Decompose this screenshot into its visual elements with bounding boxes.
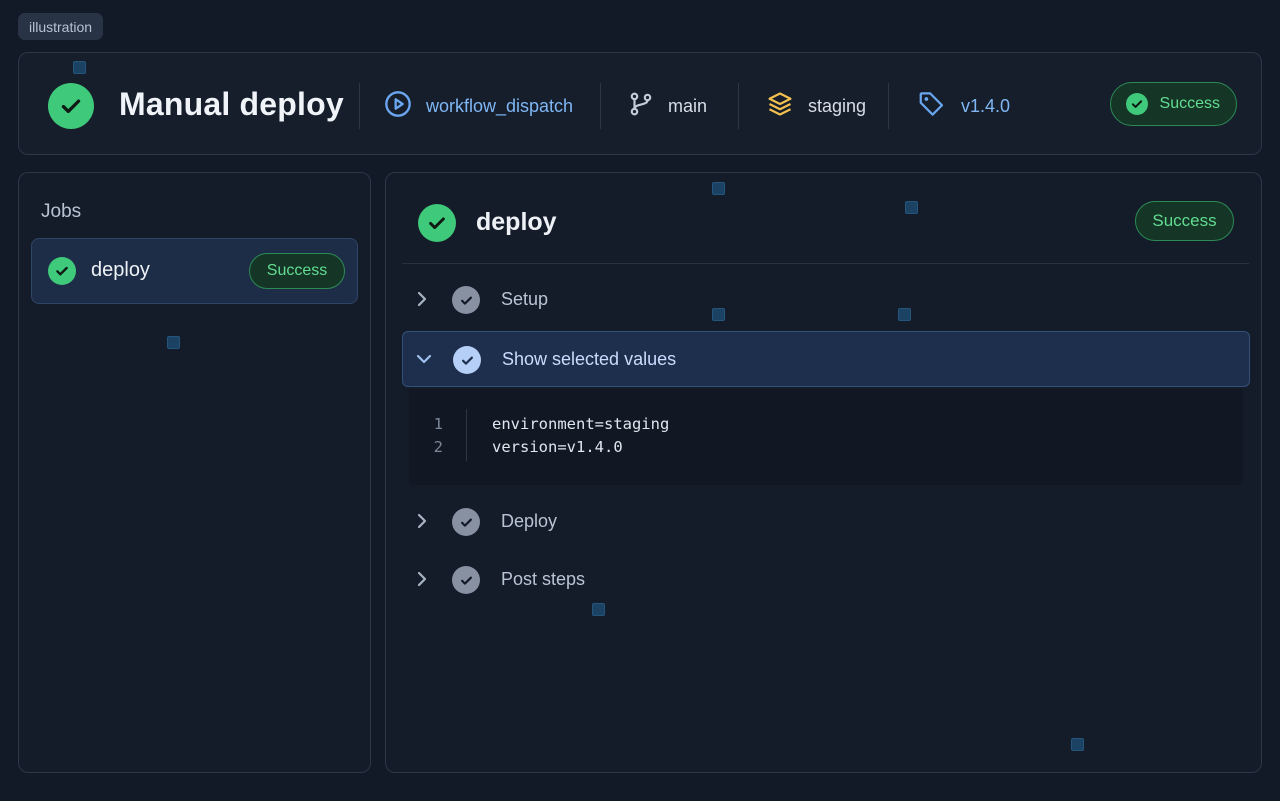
play-circle-icon (384, 90, 412, 123)
run-header: Manual deploy workflow_dispatch main sta… (18, 52, 1262, 155)
watermark-icon (712, 308, 725, 321)
success-check-icon (48, 257, 76, 285)
trigger-label: workflow_dispatch (426, 95, 574, 116)
job-title: deploy (476, 208, 557, 236)
watermark-icon (592, 603, 605, 616)
step-label: Post steps (501, 569, 586, 589)
version-label: v1.4.0 (961, 95, 1011, 116)
step-deploy[interactable]: Deploy (402, 494, 1250, 550)
header-divider (359, 83, 360, 129)
section-divider (402, 263, 1249, 264)
chevron-down-icon[interactable] (415, 350, 432, 368)
step-label: Deploy (501, 511, 558, 531)
trigger-meta: workflow_dispatch (384, 89, 573, 123)
illustration-tag: illustration (18, 13, 104, 40)
step-check-icon (452, 286, 480, 314)
jobs-heading: Jobs (41, 201, 82, 222)
tag-icon (917, 89, 947, 124)
line-number: 2 (433, 437, 443, 456)
watermark-icon (898, 308, 911, 321)
line-number: 1 (433, 414, 443, 433)
step-setup[interactable]: Setup (402, 272, 1250, 328)
branch-meta: main (628, 89, 707, 123)
jobs-sidebar: Jobs deploy Success (18, 172, 371, 773)
success-check-icon (1125, 93, 1148, 115)
run-status-badge: Success (1109, 82, 1237, 126)
step-check-icon (453, 346, 481, 374)
watermark-icon (73, 61, 86, 74)
success-check-icon (418, 204, 456, 242)
log-text: environment=staging (492, 414, 670, 433)
log-text: version=v1.4.0 (492, 437, 623, 456)
step-post-steps[interactable]: Post steps (402, 552, 1250, 608)
job-item-deploy[interactable]: deploy Success (31, 238, 358, 304)
step-label: Show selected values (502, 349, 677, 369)
version-meta: v1.4.0 (917, 89, 1010, 123)
header-divider (738, 83, 739, 129)
environment-label: staging (808, 95, 867, 116)
header-divider (888, 83, 889, 129)
chevron-right-icon[interactable] (414, 570, 430, 588)
step-check-icon (452, 508, 480, 536)
chevron-right-icon[interactable] (414, 290, 430, 308)
job-detail-panel: deploy Success Setup Show selected value… (385, 172, 1262, 773)
success-check-icon (48, 83, 94, 129)
watermark-icon (905, 201, 918, 214)
job-name: deploy (91, 259, 150, 281)
header-divider (600, 83, 601, 129)
job-status-badge: Success (249, 253, 345, 289)
environment-meta: staging (766, 89, 866, 123)
watermark-icon (167, 336, 180, 349)
watermark-icon (712, 182, 725, 195)
layers-icon (766, 90, 794, 123)
chevron-right-icon[interactable] (414, 512, 430, 530)
log-gutter (466, 409, 467, 461)
step-label: Setup (501, 289, 549, 309)
step-show-selected-values[interactable]: Show selected values (402, 331, 1250, 387)
step-log-output: 1 environment=staging 2 version=v1.4.0 (409, 389, 1243, 485)
step-check-icon (452, 566, 480, 594)
run-title: Manual deploy (119, 86, 344, 122)
watermark-icon (1071, 738, 1084, 751)
branch-label: main (668, 95, 708, 116)
git-branch-icon (628, 90, 654, 123)
run-status-label: Success (1159, 95, 1220, 112)
job-status-badge: Success (1135, 201, 1234, 241)
